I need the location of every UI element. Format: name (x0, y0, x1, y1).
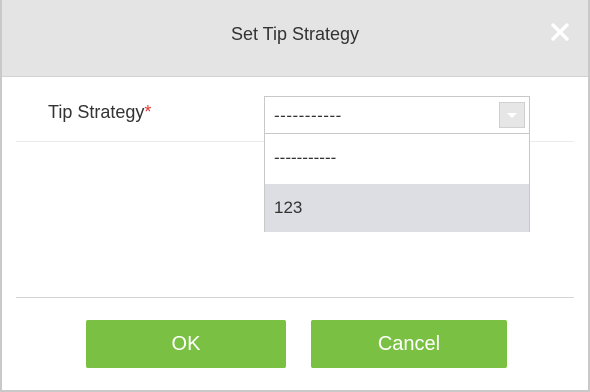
dropdown-option-none[interactable]: ----------- (265, 134, 529, 182)
required-marker: * (144, 102, 152, 122)
close-icon[interactable] (548, 20, 572, 44)
close-icon-glyph (551, 23, 569, 41)
tip-strategy-label-text: Tip Strategy (48, 102, 145, 122)
set-tip-strategy-dialog: Set Tip Strategy Tip Strategy* ---------… (0, 0, 590, 392)
dialog-title: Set Tip Strategy (230, 24, 360, 44)
dropdown-option-123[interactable]: 123 (265, 184, 529, 232)
tip-strategy-select-value: ----------- (274, 106, 342, 125)
dialog-titlebar: Set Tip Strategy (2, 0, 588, 77)
footer-divider (16, 297, 574, 298)
cancel-button[interactable]: Cancel (311, 320, 507, 368)
dropdown-toggle[interactable] (499, 102, 525, 128)
tip-strategy-label: Tip Strategy* (48, 102, 151, 123)
chevron-down-icon (507, 113, 517, 118)
ok-button[interactable]: OK (86, 320, 286, 368)
tip-strategy-dropdown: ----------- 123 (264, 134, 530, 232)
tip-strategy-select[interactable]: ----------- (264, 96, 530, 134)
